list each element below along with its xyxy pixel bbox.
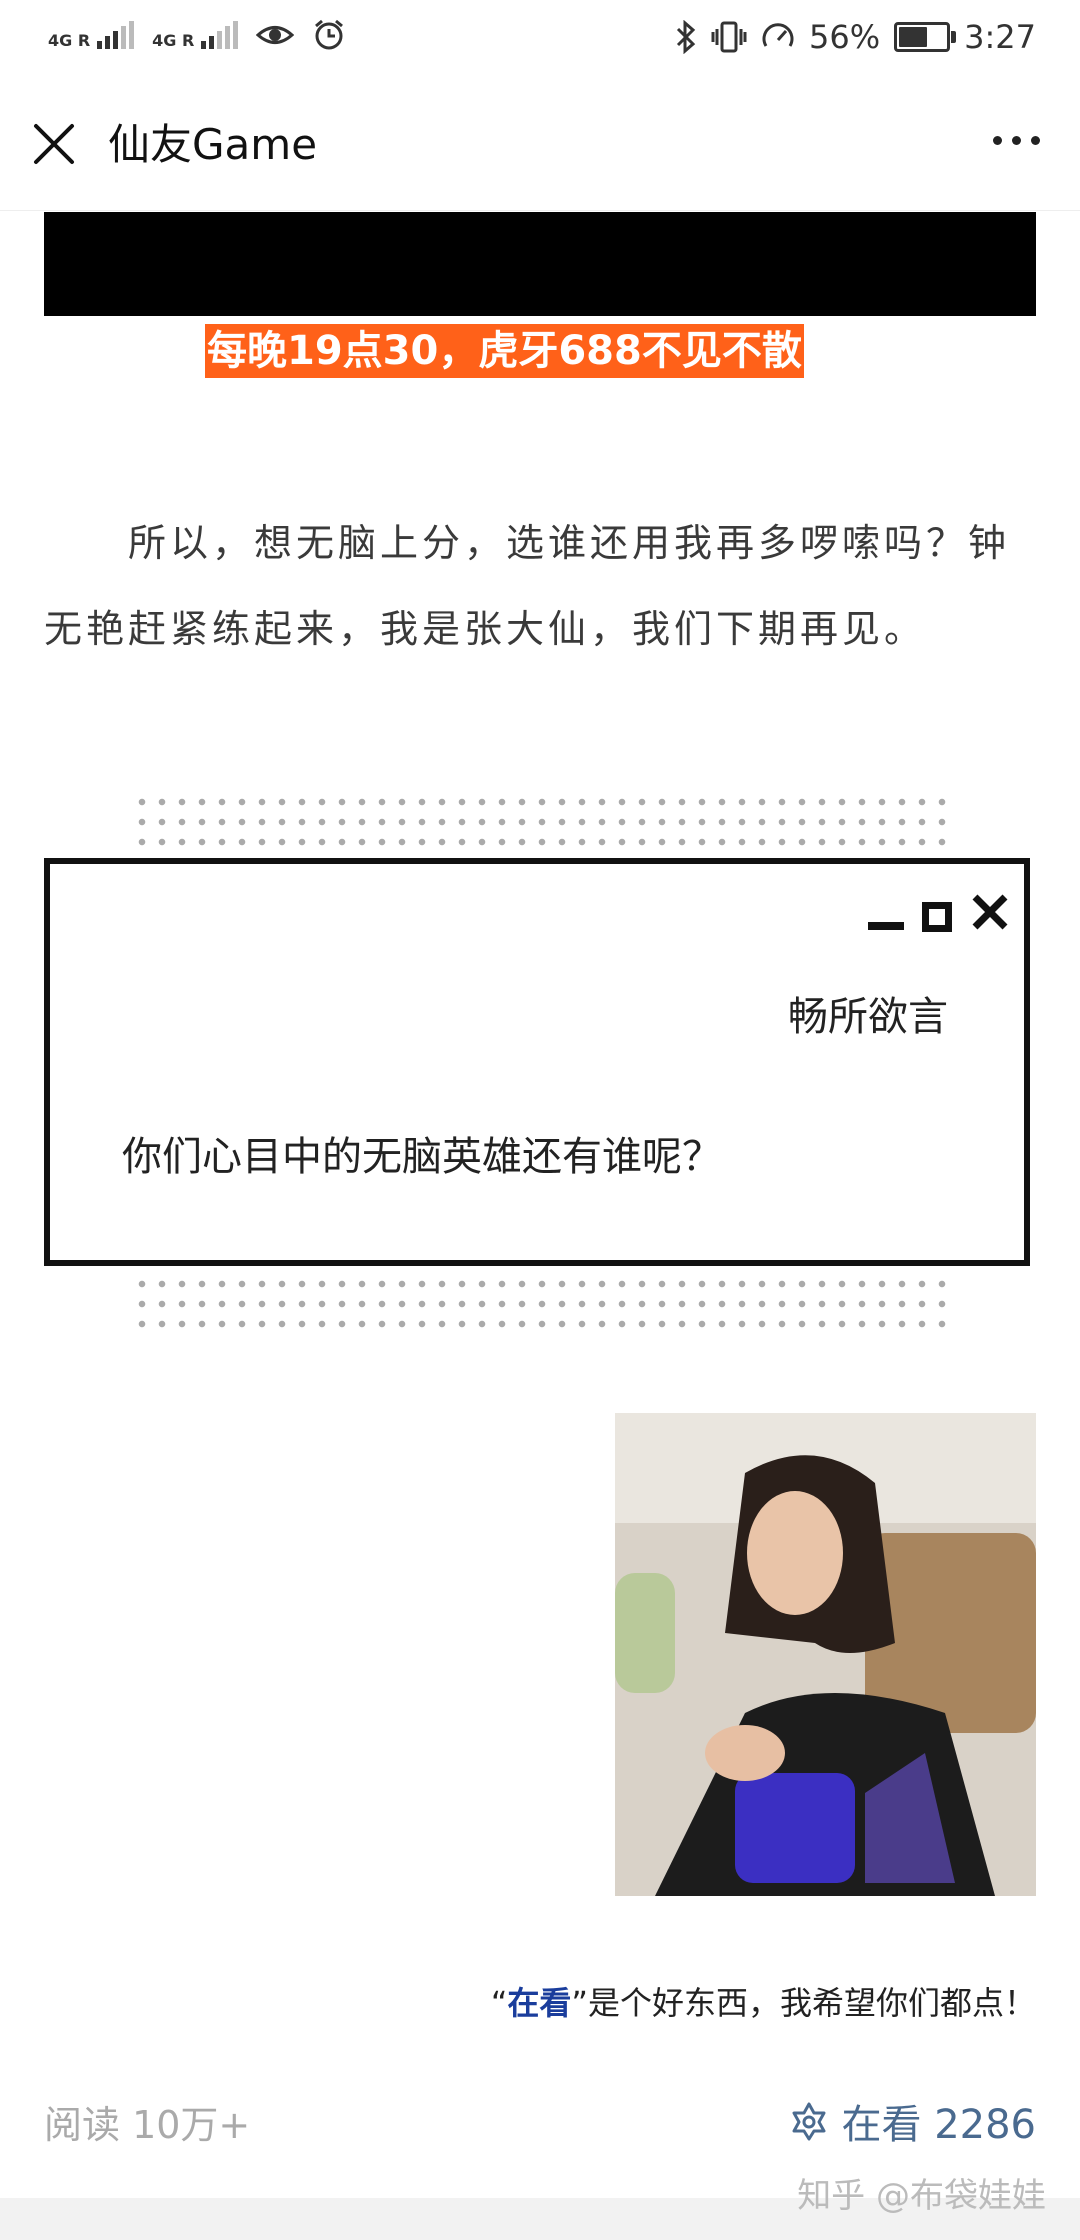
signal-sim1-icon: 4G R [48, 21, 135, 50]
close-button[interactable] [26, 116, 82, 172]
speed-icon [762, 23, 794, 47]
comment-prompt-box: 畅所欲言 你们心目中的无脑英雄还有谁呢？ [44, 858, 1030, 1266]
battery-icon [894, 22, 957, 52]
battery-fill [899, 27, 928, 47]
video-banner-image [44, 212, 1036, 316]
comment-box-label: 畅所欲言 [788, 994, 948, 1040]
signal-sim2-icon: 4G R [152, 21, 239, 50]
battery-percent: 56% [809, 18, 881, 56]
more-dot [993, 136, 1002, 145]
stream-schedule-banner: 每晚19点30，虎牙688不见不散 [205, 324, 804, 378]
comment-box-question: 你们心目中的无脑英雄还有谁呢？ [122, 1134, 722, 1180]
close-icon [34, 124, 74, 164]
tagline-highlight: 在看 [507, 1984, 572, 2022]
status-left: 4G R 4G R [48, 18, 346, 52]
zaikan-button[interactable]: 在看 2286 [789, 2092, 1036, 2150]
status-right: 56% 3:27 [675, 18, 1036, 56]
article-paragraph: 所以，想无脑上分，选谁还用我再多啰嗦吗？钟无艳赶紧练起来，我是张大仙，我们下期再… [44, 521, 1011, 651]
more-dot [1012, 136, 1021, 145]
sim1-label: 4G R [48, 31, 91, 50]
tagline-quote-open: “ [490, 1984, 508, 2022]
page-title: 仙友Game [108, 120, 318, 169]
zaikan-tagline: “在看”是个好东西，我希望你们都点！ [491, 1978, 1036, 2024]
sim2-label: 4G R [152, 31, 195, 50]
bluetooth-icon [676, 20, 696, 54]
minimize-icon [868, 922, 904, 930]
app-header: 仙友Game [0, 80, 1080, 211]
zhihu-watermark: 知乎 @布袋娃娃 [797, 2176, 1046, 2216]
tagline-rest: ”是个好东西，我希望你们都点！ [571, 1984, 1036, 2022]
maximize-icon [922, 902, 952, 932]
dot-pattern-top [132, 792, 952, 852]
streamer-photo [615, 1413, 1036, 1896]
more-button[interactable] [993, 136, 1040, 145]
close-x-icon [972, 894, 1008, 930]
zaikan-icon [792, 2102, 826, 2141]
read-count: 阅读 10万+ [44, 2103, 251, 2147]
vibrate-icon [711, 21, 747, 53]
clock-time: 3:27 [964, 18, 1036, 56]
status-bar: 4G R 4G R 56% 3:27 [0, 0, 1080, 80]
eye-icon [256, 26, 295, 44]
zaikan-count: 在看 2286 [841, 2102, 1036, 2148]
window-controls [868, 892, 1010, 932]
alarm-icon [315, 19, 344, 50]
more-dot [1031, 136, 1040, 145]
dot-pattern-bottom [132, 1274, 952, 1334]
streamer-photo-illustration [615, 1413, 1036, 1896]
